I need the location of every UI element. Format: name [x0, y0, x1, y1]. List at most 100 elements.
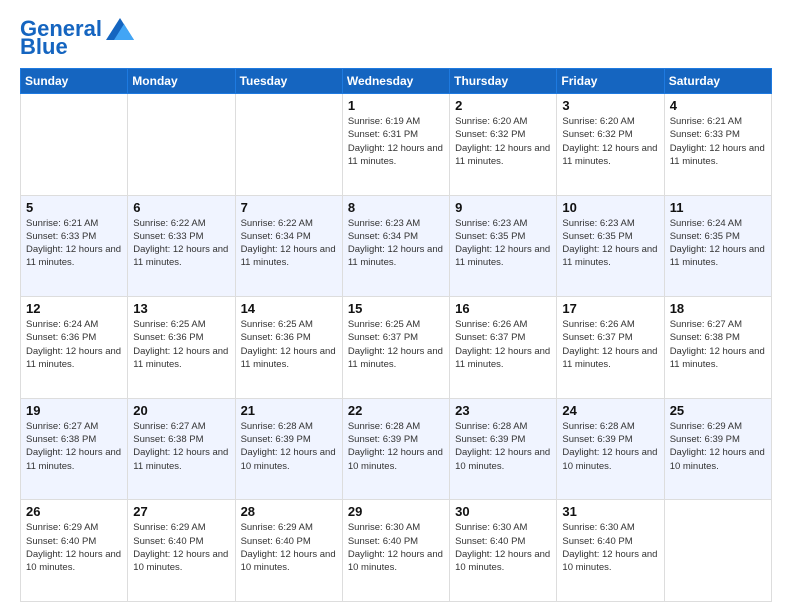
calendar-cell: 28 Sunrise: 6:29 AM Sunset: 6:40 PM Dayli…: [235, 500, 342, 602]
day-info: Sunrise: 6:27 AM Sunset: 6:38 PM Dayligh…: [670, 318, 766, 371]
calendar-cell: 14 Sunrise: 6:25 AM Sunset: 6:36 PM Dayli…: [235, 297, 342, 399]
calendar-cell: 21 Sunrise: 6:28 AM Sunset: 6:39 PM Dayli…: [235, 398, 342, 500]
day-number: 26: [26, 504, 122, 519]
calendar-cell: 7Sunrise: 6:22 AM Sunset: 6:34 PM Daylig…: [235, 195, 342, 297]
day-info: Sunrise: 6:23 AM Sunset: 6:34 PM Dayligh…: [348, 217, 444, 270]
day-info: Sunrise: 6:29 AM Sunset: 6:40 PM Dayligh…: [133, 521, 229, 574]
day-info: Sunrise: 6:26 AM Sunset: 6:37 PM Dayligh…: [455, 318, 551, 371]
calendar-cell: 24 Sunrise: 6:28 AM Sunset: 6:39 PM Dayli…: [557, 398, 664, 500]
day-number: 22: [348, 403, 444, 418]
day-number: 8: [348, 200, 444, 215]
day-info: Sunrise: 6:28 AM Sunset: 6:39 PM Dayligh…: [241, 420, 337, 473]
day-number: 20: [133, 403, 229, 418]
day-number: 11: [670, 200, 766, 215]
calendar-cell: 30 Sunrise: 6:30 AM Sunset: 6:40 PM Dayli…: [450, 500, 557, 602]
day-number: 24: [562, 403, 658, 418]
calendar-week-row: 5 Sunrise: 6:21 AM Sunset: 6:33 PM Daylig…: [21, 195, 772, 297]
logo-icon: [106, 18, 134, 40]
day-info: Sunrise: 6:28 AM Sunset: 6:39 PM Dayligh…: [562, 420, 658, 473]
day-number: 6: [133, 200, 229, 215]
day-number: 17: [562, 301, 658, 316]
day-info: Sunrise: 6:25 AM Sunset: 6:37 PM Dayligh…: [348, 318, 444, 371]
calendar-day-header: Thursday: [450, 69, 557, 94]
day-number: 27: [133, 504, 229, 519]
calendar-cell: 25 Sunrise: 6:29 AM Sunset: 6:39 PM Dayli…: [664, 398, 771, 500]
header: General Blue: [20, 18, 772, 58]
calendar-cell: 26 Sunrise: 6:29 AM Sunset: 6:40 PM Dayli…: [21, 500, 128, 602]
calendar-cell: 1 Sunrise: 6:19 AM Sunset: 6:31 PM Daylig…: [342, 94, 449, 196]
calendar-cell: 13 Sunrise: 6:25 AM Sunset: 6:36 PM Dayli…: [128, 297, 235, 399]
day-number: 21: [241, 403, 337, 418]
calendar-week-row: 1 Sunrise: 6:19 AM Sunset: 6:31 PM Daylig…: [21, 94, 772, 196]
calendar-day-header: Wednesday: [342, 69, 449, 94]
day-info: Sunrise: 6:19 AM Sunset: 6:31 PM Dayligh…: [348, 115, 444, 168]
calendar-cell: 19Sunrise: 6:27 AM Sunset: 6:38 PM Dayli…: [21, 398, 128, 500]
day-info: Sunrise: 6:24 AM Sunset: 6:35 PM Dayligh…: [670, 217, 766, 270]
calendar-week-row: 19 Sunrise: 6:27 AM Sunset: 6:38 PM Dayli…: [21, 398, 772, 500]
day-number: 1: [348, 98, 444, 113]
logo: General Blue: [20, 18, 134, 58]
calendar-cell: 4Sunrise: 6:21 AM Sunset: 6:33 PM Daylig…: [664, 94, 771, 196]
calendar-cell: 5 Sunrise: 6:21 AM Sunset: 6:33 PM Daylig…: [21, 195, 128, 297]
calendar-cell: [128, 94, 235, 196]
calendar-cell: 27 Sunrise: 6:29 AM Sunset: 6:40 PM Dayli…: [128, 500, 235, 602]
day-number: 31: [562, 504, 658, 519]
calendar-cell: 17 Sunrise: 6:26 AM Sunset: 6:37 PM Dayli…: [557, 297, 664, 399]
calendar-day-header: Tuesday: [235, 69, 342, 94]
calendar-cell: 23 Sunrise: 6:28 AM Sunset: 6:39 PM Dayli…: [450, 398, 557, 500]
day-info: Sunrise: 6:30 AM Sunset: 6:40 PM Dayligh…: [348, 521, 444, 574]
calendar-table: SundayMondayTuesdayWednesdayThursdayFrid…: [20, 68, 772, 602]
day-info: Sunrise: 6:23 AM Sunset: 6:35 PM Dayligh…: [455, 217, 551, 270]
page: General Blue SundayMondayTuesdayWednesda…: [0, 0, 792, 612]
day-number: 9: [455, 200, 551, 215]
calendar-cell: 18 Sunrise: 6:27 AM Sunset: 6:38 PM Dayli…: [664, 297, 771, 399]
day-number: 18: [670, 301, 766, 316]
calendar-cell: 9 Sunrise: 6:23 AM Sunset: 6:35 PM Daylig…: [450, 195, 557, 297]
calendar-cell: [21, 94, 128, 196]
calendar-day-header: Friday: [557, 69, 664, 94]
day-info: Sunrise: 6:30 AM Sunset: 6:40 PM Dayligh…: [455, 521, 551, 574]
day-info: Sunrise: 6:22 AM Sunset: 6:34 PM Dayligh…: [241, 217, 337, 270]
day-info: Sunrise: 6:21 AM Sunset: 6:33 PM Dayligh…: [26, 217, 122, 270]
calendar-cell: 12 Sunrise: 6:24 AM Sunset: 6:36 PM Dayli…: [21, 297, 128, 399]
calendar-week-row: 26 Sunrise: 6:29 AM Sunset: 6:40 PM Dayli…: [21, 500, 772, 602]
calendar-cell: 10Sunrise: 6:23 AM Sunset: 6:35 PM Dayli…: [557, 195, 664, 297]
calendar-header-row: SundayMondayTuesdayWednesdayThursdayFrid…: [21, 69, 772, 94]
calendar-cell: 29 Sunrise: 6:30 AM Sunset: 6:40 PM Dayli…: [342, 500, 449, 602]
day-info: Sunrise: 6:25 AM Sunset: 6:36 PM Dayligh…: [241, 318, 337, 371]
day-info: Sunrise: 6:25 AM Sunset: 6:36 PM Dayligh…: [133, 318, 229, 371]
day-info: Sunrise: 6:28 AM Sunset: 6:39 PM Dayligh…: [348, 420, 444, 473]
day-number: 30: [455, 504, 551, 519]
day-info: Sunrise: 6:27 AM Sunset: 6:38 PM Dayligh…: [133, 420, 229, 473]
calendar-cell: 20 Sunrise: 6:27 AM Sunset: 6:38 PM Dayli…: [128, 398, 235, 500]
calendar-cell: 8 Sunrise: 6:23 AM Sunset: 6:34 PM Daylig…: [342, 195, 449, 297]
day-info: Sunrise: 6:30 AM Sunset: 6:40 PM Dayligh…: [562, 521, 658, 574]
day-info: Sunrise: 6:29 AM Sunset: 6:40 PM Dayligh…: [241, 521, 337, 574]
day-info: Sunrise: 6:29 AM Sunset: 6:39 PM Dayligh…: [670, 420, 766, 473]
calendar-week-row: 12 Sunrise: 6:24 AM Sunset: 6:36 PM Dayli…: [21, 297, 772, 399]
day-number: 29: [348, 504, 444, 519]
day-info: Sunrise: 6:20 AM Sunset: 6:32 PM Dayligh…: [562, 115, 658, 168]
calendar-cell: 31 Sunrise: 6:30 AM Sunset: 6:40 PM Dayli…: [557, 500, 664, 602]
calendar-cell: 6Sunrise: 6:22 AM Sunset: 6:33 PM Daylig…: [128, 195, 235, 297]
calendar-cell: 16Sunrise: 6:26 AM Sunset: 6:37 PM Dayli…: [450, 297, 557, 399]
day-number: 5: [26, 200, 122, 215]
day-info: Sunrise: 6:29 AM Sunset: 6:40 PM Dayligh…: [26, 521, 122, 574]
day-number: 28: [241, 504, 337, 519]
calendar-cell: 11 Sunrise: 6:24 AM Sunset: 6:35 PM Dayli…: [664, 195, 771, 297]
day-number: 12: [26, 301, 122, 316]
day-info: Sunrise: 6:26 AM Sunset: 6:37 PM Dayligh…: [562, 318, 658, 371]
calendar-day-header: Sunday: [21, 69, 128, 94]
day-number: 13: [133, 301, 229, 316]
day-number: 14: [241, 301, 337, 316]
day-info: Sunrise: 6:20 AM Sunset: 6:32 PM Dayligh…: [455, 115, 551, 168]
day-number: 3: [562, 98, 658, 113]
day-info: Sunrise: 6:24 AM Sunset: 6:36 PM Dayligh…: [26, 318, 122, 371]
day-info: Sunrise: 6:28 AM Sunset: 6:39 PM Dayligh…: [455, 420, 551, 473]
day-number: 25: [670, 403, 766, 418]
day-number: 19: [26, 403, 122, 418]
day-number: 2: [455, 98, 551, 113]
day-number: 23: [455, 403, 551, 418]
calendar-cell: 22 Sunrise: 6:28 AM Sunset: 6:39 PM Dayli…: [342, 398, 449, 500]
day-number: 10: [562, 200, 658, 215]
